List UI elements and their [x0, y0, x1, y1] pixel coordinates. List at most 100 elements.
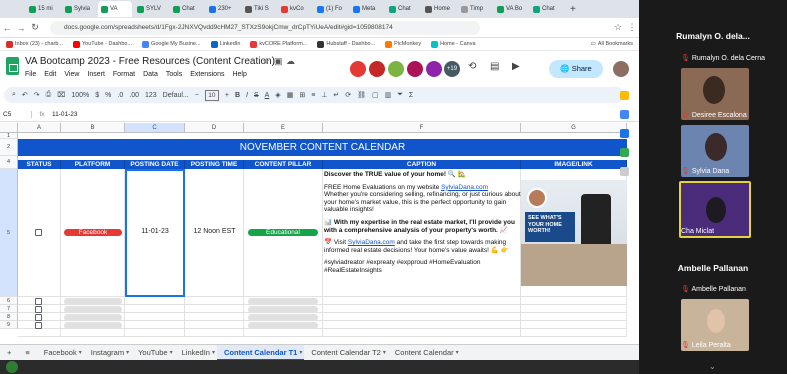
- italic-icon[interactable]: I: [246, 92, 248, 99]
- status-checkbox[interactable]: [35, 306, 42, 313]
- sheet-tab-menu-icon[interactable]: ▾: [212, 349, 215, 356]
- star-icon[interactable]: ☆: [611, 22, 625, 33]
- row-header[interactable]: 6: [0, 297, 18, 305]
- account-avatar[interactable]: [613, 61, 629, 77]
- font-select[interactable]: Defaul...: [163, 92, 189, 99]
- collaborator-avatar[interactable]: [350, 61, 366, 77]
- grid-cell[interactable]: [323, 313, 521, 321]
- browser-tab[interactable]: Timp: [458, 1, 492, 17]
- browser-tab[interactable]: SYLV: [134, 1, 168, 17]
- rotate-icon[interactable]: ⟳: [345, 91, 351, 99]
- browser-tab[interactable]: VA: [98, 1, 132, 17]
- wrap-icon[interactable]: ↵: [333, 91, 339, 99]
- zoom-select[interactable]: 100%: [71, 92, 89, 99]
- forward-icon[interactable]: →: [14, 23, 28, 33]
- grid-cell[interactable]: [125, 305, 185, 313]
- comment-add-icon[interactable]: ▢: [372, 91, 379, 99]
- bookmark-item[interactable]: YouTube - Dashbo...: [73, 40, 132, 48]
- grid-cell[interactable]: [61, 329, 125, 337]
- sheet-tab[interactable]: Content Calendar T2: [304, 345, 388, 361]
- sheet-tab-menu-icon[interactable]: ▾: [79, 349, 82, 356]
- browser-tab[interactable]: VA Bo: [494, 1, 528, 17]
- select-all-corner[interactable]: [0, 123, 18, 133]
- grid-cell[interactable]: [323, 329, 521, 337]
- align-icon[interactable]: ≡: [311, 92, 315, 99]
- column-header[interactable]: C: [125, 123, 185, 133]
- extensions-icon[interactable]: ⋮: [625, 22, 639, 33]
- bold-icon[interactable]: B: [235, 92, 240, 99]
- comment-icon[interactable]: ▤: [490, 61, 499, 72]
- browser-tab[interactable]: Chat: [530, 1, 564, 17]
- column-header[interactable]: E: [244, 123, 323, 133]
- bookmark-item[interactable]: Hubstaff - Dashbo...: [317, 40, 375, 48]
- grid-cell[interactable]: [521, 329, 627, 337]
- grid-cell[interactable]: [323, 305, 521, 313]
- print-icon[interactable]: ⎙: [46, 91, 52, 99]
- platform-chip-empty[interactable]: [64, 306, 122, 313]
- strikethrough-icon[interactable]: S: [254, 92, 259, 99]
- decrease-decimal-button[interactable]: .0: [117, 92, 123, 99]
- collaborator-count[interactable]: +19: [444, 61, 460, 77]
- menu-item-view[interactable]: View: [64, 71, 79, 78]
- status-checkbox[interactable]: [35, 314, 42, 321]
- bookmark-item[interactable]: kvCORE Platform...: [250, 40, 307, 48]
- menu-item-insert[interactable]: Insert: [87, 71, 105, 78]
- increase-size-icon[interactable]: +: [225, 92, 229, 99]
- content-pillar-chip-empty[interactable]: [248, 322, 318, 329]
- row-header[interactable]: 8: [0, 313, 18, 321]
- platform-chip-empty[interactable]: [64, 298, 122, 305]
- grid-cell[interactable]: [521, 313, 627, 321]
- maps-icon[interactable]: [619, 148, 629, 157]
- column-header[interactable]: G: [521, 123, 627, 133]
- new-tab-icon[interactable]: +: [570, 4, 576, 15]
- menu-item-edit[interactable]: Edit: [44, 71, 56, 78]
- undo-icon[interactable]: ↶: [22, 91, 28, 99]
- row-header[interactable]: 5: [0, 169, 18, 297]
- pen-tool-icon[interactable]: [6, 361, 18, 373]
- reload-icon[interactable]: ↻: [28, 22, 42, 33]
- cloud-status-icon[interactable]: ☁: [286, 56, 295, 67]
- add-addon-icon[interactable]: [619, 167, 629, 176]
- row-header[interactable]: 7: [0, 305, 18, 313]
- sheet-tab-menu-icon[interactable]: ▾: [383, 349, 386, 356]
- fill-color-icon[interactable]: ◈: [275, 91, 280, 99]
- browser-tab[interactable]: kvCo: [278, 1, 312, 17]
- bookmark-item[interactable]: Inbox (23) - charb...: [6, 40, 63, 48]
- menu-item-tools[interactable]: Tools: [166, 71, 182, 78]
- browser-tab[interactable]: Chat: [386, 1, 420, 17]
- grid-cell[interactable]: [323, 297, 521, 305]
- grid-cell[interactable]: [18, 329, 61, 337]
- row-header[interactable]: 4: [0, 156, 18, 169]
- content-pillar-chip[interactable]: Educational: [248, 229, 318, 236]
- name-box[interactable]: C5: [0, 111, 32, 118]
- keep-icon[interactable]: [619, 91, 629, 100]
- redo-icon[interactable]: ↷: [34, 91, 40, 99]
- menu-item-file[interactable]: File: [25, 71, 36, 78]
- grid-cell[interactable]: [521, 305, 627, 313]
- sheets-logo-icon[interactable]: [6, 57, 19, 75]
- grid-cell[interactable]: [244, 329, 323, 337]
- posting-time-value[interactable]: 12 Noon EST: [186, 228, 243, 235]
- merge-icon[interactable]: ⊞: [299, 91, 305, 99]
- grid-cell[interactable]: [521, 297, 627, 305]
- browser-tab[interactable]: Sylvia: [62, 1, 96, 17]
- chart-icon[interactable]: ▥: [385, 91, 392, 99]
- collaborator-avatar[interactable]: [388, 61, 404, 77]
- browser-tab[interactable]: Chat: [170, 1, 204, 17]
- paint-format-icon[interactable]: ⌧: [57, 91, 65, 99]
- currency-button[interactable]: $: [95, 92, 99, 99]
- bookmark-item[interactable]: LinkedIn: [210, 40, 240, 48]
- history-icon[interactable]: ⟲: [468, 61, 476, 72]
- grid-cell[interactable]: [125, 329, 185, 337]
- menu-item-data[interactable]: Data: [143, 71, 158, 78]
- sheet-tab-menu-icon[interactable]: ▾: [170, 349, 173, 356]
- bookmark-item[interactable]: Google My Busine...: [142, 40, 201, 48]
- row-header[interactable]: 9: [0, 321, 18, 329]
- browser-tab[interactable]: (1) Fo: [314, 1, 348, 17]
- website-link[interactable]: SylviaDana.com: [348, 239, 395, 246]
- sheet-tab-menu-icon[interactable]: ▾: [299, 349, 302, 356]
- column-header[interactable]: B: [61, 123, 125, 133]
- sheet-tab-menu-icon[interactable]: ▾: [126, 349, 129, 356]
- url-field[interactable]: docs.google.com/spreadsheets/d/1Fgx-2JNX…: [50, 20, 480, 35]
- content-pillar-chip-empty[interactable]: [248, 298, 318, 305]
